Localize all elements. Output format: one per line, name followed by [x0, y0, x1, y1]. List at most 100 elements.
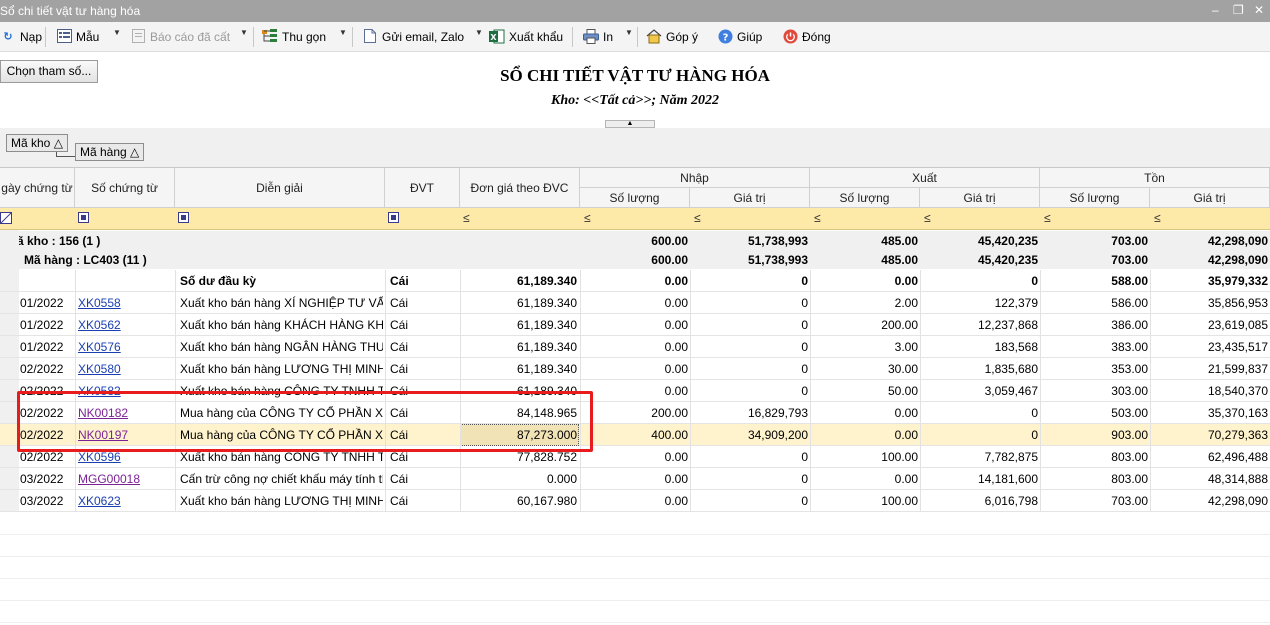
send-dropdown-icon[interactable]: ▼	[475, 28, 483, 37]
doc-link[interactable]: XK0558	[78, 292, 173, 314]
close-window-icon[interactable]: ✕	[1254, 3, 1264, 17]
filter-clear-icon[interactable]	[0, 212, 12, 224]
col-header-doc[interactable]: Số chứng từ	[75, 168, 175, 208]
power-icon	[782, 29, 798, 45]
table-row[interactable]: 01/2022 XK0562 Xuất kho bán hàng KHÁCH HÀN…	[0, 314, 1270, 336]
cell-date	[20, 270, 74, 292]
template-button[interactable]: Mẫu	[56, 28, 99, 46]
col-header-unit[interactable]: ĐVT	[385, 168, 460, 208]
filter-unit-icon[interactable]	[388, 212, 399, 223]
cell-price: 61,189.340	[516, 362, 577, 376]
grid-line	[810, 270, 811, 512]
group-out-value: 45,420,235	[977, 253, 1038, 267]
doc-link[interactable]: XK0576	[78, 336, 173, 358]
send-email-label: Gửi email, Zalo	[382, 30, 465, 44]
cell-out-qty: 30.00	[887, 362, 918, 376]
doc-link[interactable]: XK0562	[78, 314, 173, 336]
col-header-price[interactable]: Đơn giá theo ĐVC	[460, 168, 580, 208]
table-row[interactable]: 03/2022 XK0623 Xuất kho bán hàng LƯƠNG THỊ…	[0, 490, 1270, 512]
cell-out-qty: 100.00	[881, 450, 918, 464]
feedback-button[interactable]: Góp ý	[646, 28, 698, 46]
restore-icon[interactable]: ❐	[1233, 3, 1244, 17]
tree-collapse-icon	[262, 29, 278, 45]
cell-bal-value: 35,979,332	[1207, 274, 1268, 288]
collapse-header-toggle[interactable]: ▲	[605, 120, 655, 128]
cell-in-value: 0	[801, 274, 808, 288]
help-button[interactable]: ? Giúp	[717, 28, 762, 46]
document-send-icon	[362, 29, 378, 45]
col-header-out-qty[interactable]: Số lượng	[810, 188, 920, 208]
toolbar-separator	[572, 27, 573, 47]
minimize-icon[interactable]: –	[1212, 3, 1219, 17]
cell-out-qty: 0.00	[894, 274, 918, 288]
table-row[interactable]: 01/2022 XK0576 Xuất kho bán hàng NGÂN HÀNG…	[0, 336, 1270, 358]
group-chip-warehouse[interactable]: Mã kho △	[6, 134, 68, 152]
col-header-in-qty[interactable]: Số lượng	[580, 188, 690, 208]
export-button[interactable]: X Xuất khẩu	[489, 28, 563, 46]
opening-balance-row[interactable]: Số dư đầu kỳ Cái 61,189.340 0.00 0 0.00 0 588.0…	[0, 270, 1270, 292]
cell-bal-value: 18,540,370	[1207, 384, 1268, 398]
cell-in-qty: 0.00	[664, 340, 688, 354]
print-button[interactable]: In	[583, 28, 613, 46]
reload-button[interactable]: ↻ Nạp	[0, 28, 42, 46]
col-header-date[interactable]: gày chứng từ	[0, 168, 75, 208]
col-header-bal-value[interactable]: Giá trị	[1150, 188, 1270, 208]
filter-in-value-op[interactable]: ≤	[694, 212, 706, 224]
filter-bal-value-op[interactable]: ≤	[1154, 212, 1166, 224]
cell-in-qty: 0.00	[664, 274, 688, 288]
doc-link[interactable]: XK0580	[78, 358, 173, 380]
chevron-up-icon: ▲	[626, 120, 634, 127]
filter-in-qty-op[interactable]: ≤	[584, 212, 596, 224]
collapse-dropdown-icon[interactable]: ▼	[339, 28, 347, 37]
cell-bal-value: 62,496,488	[1207, 450, 1268, 464]
filter-desc-icon[interactable]	[178, 212, 189, 223]
filter-out-qty-op[interactable]: ≤	[814, 212, 826, 224]
cell-in-value: 0	[801, 340, 808, 354]
group-connector	[56, 152, 75, 157]
group-by-panel: Mã kho △ Mã hàng △	[0, 128, 1270, 168]
filter-out-value-op[interactable]: ≤	[924, 212, 936, 224]
col-header-desc[interactable]: Diễn giải	[175, 168, 385, 208]
svg-text:?: ?	[722, 33, 728, 44]
send-email-button[interactable]: Gửi email, Zalo	[362, 28, 464, 46]
col-header-out-value[interactable]: Giá trị	[920, 188, 1040, 208]
saved-report-button[interactable]: Báo cáo đã cất	[130, 28, 230, 46]
close-button[interactable]: Đóng	[782, 28, 831, 46]
report-subtitle: Kho: <<Tất cả>>; Năm 2022	[550, 93, 719, 108]
table-row[interactable]: 03/2022 MGG00018 Cấn trừ công nợ chiết khấ…	[0, 468, 1270, 490]
group-row-warehouse[interactable]: Mã kho : 156 (1 ) 600.00 51,738,993 485.…	[0, 231, 1270, 250]
cell-out-value: 6,016,798	[984, 494, 1038, 508]
cell-in-qty: 200.00	[651, 406, 688, 420]
filter-bal-qty-op[interactable]: ≤	[1044, 212, 1056, 224]
col-header-in-value[interactable]: Giá trị	[690, 188, 810, 208]
grid-line	[1150, 270, 1151, 512]
cell-bal-value: 23,435,517	[1207, 340, 1268, 354]
cell-out-value: 0	[1031, 406, 1038, 420]
print-dropdown-icon[interactable]: ▼	[625, 28, 633, 37]
choose-params-button[interactable]: Chọn tham số...	[0, 60, 98, 83]
table-row[interactable]: 02/2022 XK0580 Xuất kho bán hàng LƯƠNG THỊ…	[0, 358, 1270, 380]
cell-date: 01/2022	[20, 296, 64, 310]
cell-out-value: 122,379	[994, 296, 1038, 310]
collapse-button[interactable]: Thu gọn	[262, 28, 326, 46]
filter-doc-icon[interactable]	[78, 212, 89, 223]
group-bal-value: 42,298,090	[1207, 253, 1268, 267]
filter-price-op[interactable]: ≤	[463, 212, 475, 224]
group-row-item[interactable]: − Mã hàng : LC403 (11 ) 600.00 51,738,99…	[0, 250, 1270, 269]
toolbar-separator	[352, 27, 353, 47]
cell-price: 61,189.340	[516, 340, 577, 354]
group-in-value: 51,738,993	[747, 234, 808, 248]
group-out-qty: 485.00	[881, 234, 918, 248]
saved-report-dropdown-icon[interactable]: ▼	[240, 28, 248, 37]
table-row[interactable]: 01/2022 XK0558 Xuất kho bán hàng XÍ NGHIỆP…	[0, 292, 1270, 314]
cell-out-qty: 50.00	[887, 384, 918, 398]
template-dropdown-icon[interactable]: ▼	[113, 28, 121, 37]
empty-row-line	[0, 600, 1270, 601]
cell-out-qty: 0.00	[894, 428, 918, 442]
doc-link[interactable]: XK0623	[78, 490, 173, 512]
empty-row-line	[0, 578, 1270, 579]
cell-desc: Xuất kho bán hàng KHÁCH HÀNG KH	[180, 318, 383, 332]
group-chip-item[interactable]: Mã hàng △	[75, 143, 145, 161]
col-header-bal-qty[interactable]: Số lượng	[1040, 188, 1150, 208]
doc-link[interactable]: MGG00018	[78, 468, 173, 490]
